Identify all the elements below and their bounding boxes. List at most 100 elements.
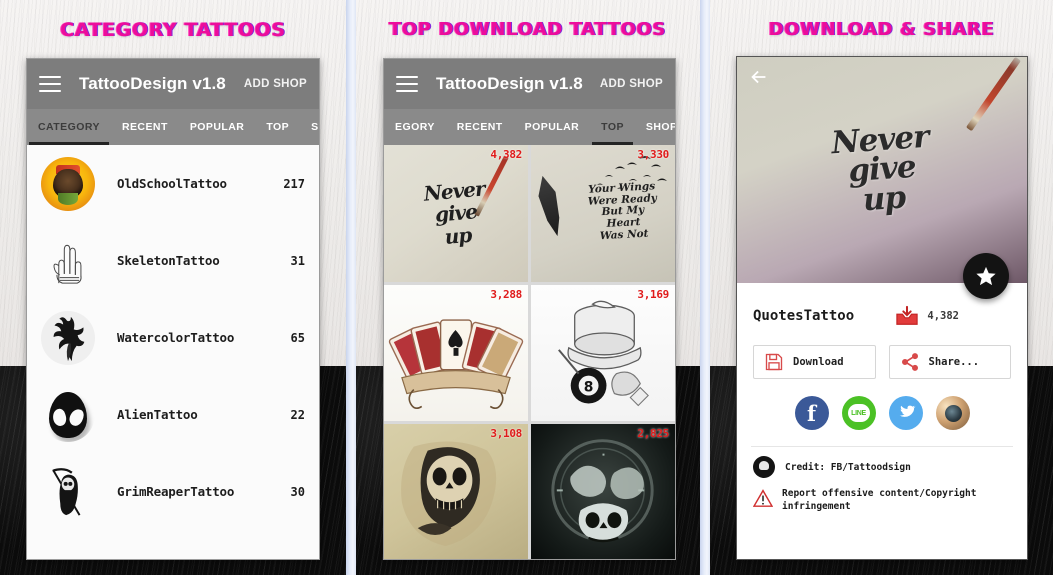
alien-head-icon: [41, 387, 95, 442]
twitter-bird-glyph: [899, 405, 916, 417]
back-arrow-icon[interactable]: [748, 66, 770, 88]
add-shop-button-1[interactable]: ADD SHOP: [244, 78, 307, 90]
grid-cell-count: 3,108: [490, 427, 522, 441]
tab-popular[interactable]: POPULAR: [514, 109, 591, 145]
grid-cell[interactable]: Your Wings Were Ready But My Heart Was Not 3…: [531, 145, 675, 282]
list-item-count: 217: [283, 176, 305, 191]
promo-caption-3: DOWNLOAD & SHARE: [768, 19, 995, 40]
tab-category-partial[interactable]: EGORY: [384, 109, 446, 145]
list-item-count: 22: [290, 407, 305, 422]
warning-triangle-icon: [753, 489, 773, 507]
list-item-count: 30: [290, 484, 305, 499]
hero-art-text: Never give up: [830, 118, 930, 219]
tab-bar-1: CATEGORY RECENT POPULAR TOP SH: [27, 109, 319, 145]
download-button-label: Download: [793, 356, 844, 368]
top-hat-art: 8: [558, 300, 649, 406]
social-share-row: f LINE: [737, 379, 1027, 430]
download-count: 4,382: [927, 310, 959, 322]
app-title-1: TattooDesign v1.8: [79, 74, 226, 93]
grid-cell[interactable]: Never give up 4,382: [384, 145, 528, 282]
avatar-icon: [753, 456, 775, 478]
app-bar-1: TattooDesign v1.8 ADD SHOP: [27, 59, 319, 109]
line-glyph: LINE: [847, 404, 870, 422]
tab-shop[interactable]: SHOP: [635, 109, 675, 145]
grid-cell[interactable]: 2,825: [531, 424, 675, 559]
grim-reaper-icon: [41, 464, 95, 519]
list-item[interactable]: SkeletonTattoo 31: [27, 222, 319, 299]
report-row[interactable]: Report offensive content/Copyright infri…: [737, 478, 1027, 514]
svg-text:8: 8: [584, 379, 594, 395]
grid-cell-count: 3,288: [490, 287, 522, 301]
tattoo-detail-panel: QuotesTattoo 4,382 Download Share... f L…: [737, 283, 1027, 559]
line-icon[interactable]: LINE: [841, 396, 876, 430]
app-bar-2: TattooDesign v1.8 ADD SHOP: [384, 59, 675, 109]
panel-separator-1: [346, 0, 356, 575]
download-button[interactable]: Download: [753, 345, 876, 379]
instagram-icon[interactable]: [935, 396, 970, 430]
tab-popular[interactable]: POPULAR: [179, 109, 256, 145]
grid-cell-count: 3,330: [637, 148, 669, 161]
favorite-button[interactable]: [963, 253, 1009, 299]
grid-cell-art-text: Your Wings Were Ready But My Heart Was Not: [587, 180, 658, 243]
grid-cell-count: 4,382: [490, 148, 522, 161]
skeleton-hand-icon: [41, 233, 95, 288]
playing-cards-art: [388, 319, 524, 409]
list-item-count: 65: [290, 330, 305, 345]
top-downloads-grid[interactable]: Never give up 4,382 Your Wings Were Ready Bu…: [384, 145, 675, 559]
watercolor-bird-icon: [41, 310, 95, 365]
list-item-label: WatercolorTattoo: [117, 330, 235, 345]
grid-cell-art-text: Never give up: [422, 176, 486, 249]
credit-row: Credit: FB/Tattoodsign: [737, 447, 1027, 478]
share-button-label: Share...: [928, 356, 980, 368]
download-stat: 4,382: [894, 305, 1011, 327]
add-shop-button-2[interactable]: ADD SHOP: [600, 78, 663, 90]
tattoo-hero-image[interactable]: Never give up: [737, 57, 1027, 283]
tab-recent[interactable]: RECENT: [111, 109, 179, 145]
device-screen-3: Never give up QuotesTattoo 4,382 Downloa…: [736, 56, 1028, 560]
hamburger-icon[interactable]: [396, 76, 418, 92]
hamburger-icon[interactable]: [39, 76, 61, 92]
device-screen-2: TattooDesign v1.8 ADD SHOP EGORY RECENT …: [383, 58, 676, 560]
credit-text: Credit: FB/Tattoodsign: [785, 461, 911, 473]
app-title-2: TattooDesign v1.8: [436, 74, 583, 93]
screenshot-panel-category: CATEGORY TATTOOS TattooDesign v1.8 ADD S…: [0, 0, 346, 575]
action-button-row: Download Share...: [737, 331, 1027, 379]
facebook-glyph: f: [806, 400, 817, 426]
promo-caption-1: CATEGORY TATTOOS: [60, 19, 286, 41]
screenshot-panel-top-downloads: TOP DOWNLOAD TATTOOS TattooDesign v1.8 A…: [355, 0, 700, 575]
grid-cell[interactable]: 3,108: [384, 424, 528, 559]
download-tray-icon: [896, 305, 919, 325]
list-item-label: GrimReaperTattoo: [117, 484, 235, 499]
floppy-save-icon: [765, 353, 783, 371]
tab-top[interactable]: TOP: [590, 109, 635, 145]
list-item[interactable]: WatercolorTattoo 65: [27, 299, 319, 376]
list-item-label: AlienTattoo: [117, 407, 198, 422]
star-icon: [976, 266, 996, 286]
page-title: QuotesTattoo: [753, 308, 855, 324]
list-item[interactable]: OldSchoolTattoo 217: [27, 145, 319, 222]
list-item-label: SkeletonTattoo: [117, 253, 220, 268]
grid-cell[interactable]: 3,288: [384, 284, 528, 422]
share-button[interactable]: Share...: [888, 345, 1011, 379]
grid-cell-count: 3,169: [637, 287, 669, 301]
share-nodes-icon: [901, 353, 918, 371]
device-screen-1: TattooDesign v1.8 ADD SHOP CATEGORY RECE…: [26, 58, 320, 560]
list-item[interactable]: AlienTattoo 22: [27, 376, 319, 453]
tab-top[interactable]: TOP: [255, 109, 300, 145]
grid-cell-count: 2,825: [637, 427, 669, 441]
panel-separator-2: [700, 0, 710, 575]
tab-shop[interactable]: SH: [300, 109, 319, 145]
tab-category[interactable]: CATEGORY: [27, 109, 111, 145]
report-text: Report offensive content/Copyright infri…: [782, 488, 977, 512]
grid-cell[interactable]: 8 3,169: [531, 284, 675, 422]
screenshot-panel-download-share: DOWNLOAD & SHARE Never give up QuotesTatto…: [710, 0, 1053, 575]
list-item[interactable]: GrimReaperTattoo 30: [27, 453, 319, 530]
tab-recent[interactable]: RECENT: [446, 109, 514, 145]
twitter-icon[interactable]: [888, 396, 923, 430]
dragon-skull-clock-art: [551, 439, 654, 543]
facebook-icon[interactable]: f: [794, 396, 829, 430]
category-list[interactable]: OldSchoolTattoo 217 SkeletonTattoo 31 Wa…: [27, 145, 319, 559]
skull-sunflower-icon: [41, 156, 95, 211]
tab-bar-2: EGORY RECENT POPULAR TOP SHOP: [384, 109, 675, 145]
grim-reaper-skull-art: [401, 441, 497, 547]
